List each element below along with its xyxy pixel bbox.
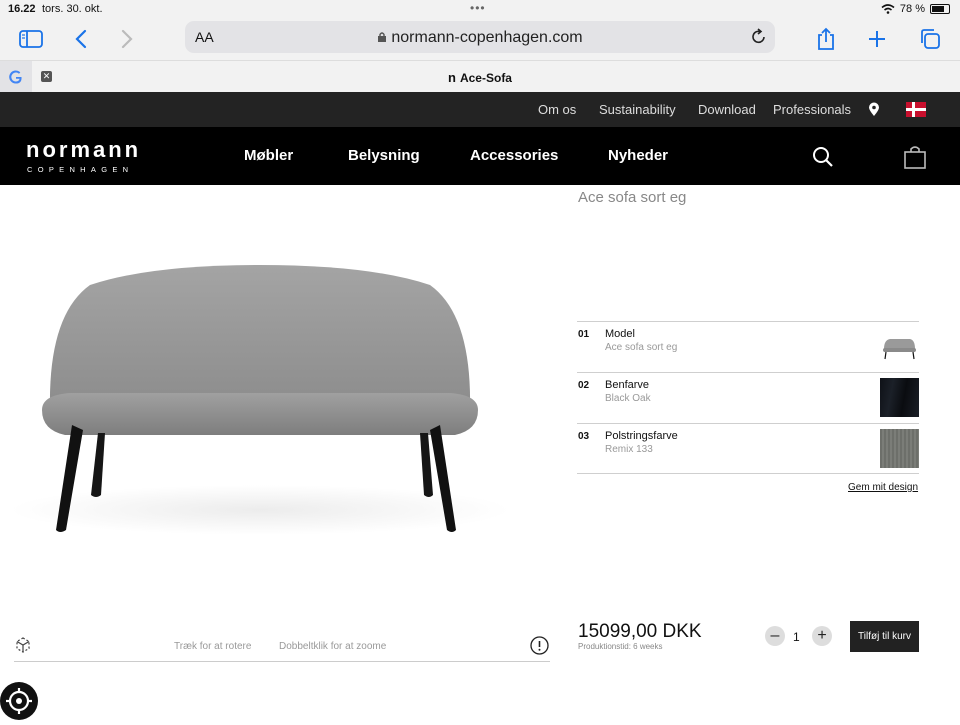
remix-133-swatch: [880, 429, 919, 468]
production-time: Produktionstid: 6 weeks: [578, 642, 663, 651]
config-label: Model: [605, 328, 635, 340]
config-num: 03: [578, 431, 590, 442]
config-num: 02: [578, 380, 590, 391]
config-label: Benfarve: [605, 379, 650, 391]
nav-mobler[interactable]: Møbler: [244, 147, 293, 164]
nav-om-os[interactable]: Om os: [538, 102, 576, 117]
back-icon[interactable]: [68, 26, 94, 52]
config-num: 01: [578, 329, 590, 340]
nav-download[interactable]: Download: [698, 102, 756, 117]
tab-strip: ✕ n Ace-Sofa: [0, 60, 960, 93]
main-nav: normann COPENHAGEN Møbler Belysning Acce…: [0, 127, 960, 185]
status-time: 16.22: [8, 3, 36, 15]
model-thumbnail: [880, 327, 919, 366]
add-to-cart-button[interactable]: Tilføj til kurv: [850, 621, 919, 652]
normann-favicon-icon: n: [448, 70, 456, 85]
brand-logo[interactable]: normann: [26, 137, 141, 163]
share-icon[interactable]: [813, 26, 839, 52]
tabs-overview-icon[interactable]: [917, 26, 943, 52]
reload-icon[interactable]: [751, 27, 767, 50]
config-value: Remix 133: [605, 444, 653, 455]
brand-logo-sub: COPENHAGEN: [27, 165, 134, 174]
battery-percent: 78 %: [899, 3, 925, 15]
3d-rotate-icon[interactable]: [13, 635, 33, 660]
tab-title: Ace-Sofa: [459, 71, 512, 85]
config-value: Ace sofa sort eg: [605, 342, 678, 353]
active-tab[interactable]: n Ace-Sofa: [0, 70, 960, 85]
address-bar[interactable]: AA normann-copenhagen.com: [185, 21, 775, 53]
config-row-leg-color[interactable]: 02 Benfarve Black Oak: [577, 372, 919, 423]
utility-nav: Om os Sustainability Download Profession…: [0, 92, 960, 127]
quantity-increase-button[interactable]: +: [812, 626, 832, 646]
nav-accessories[interactable]: Accessories: [470, 147, 558, 164]
sofa-illustration: [10, 265, 510, 535]
nav-professionals[interactable]: Professionals: [773, 102, 851, 117]
config-label: Polstringsfarve: [605, 430, 678, 442]
product-price: 15099,00 DKK: [578, 621, 702, 642]
config-row-upholstery[interactable]: 03 Polstringsfarve Remix 133: [577, 423, 919, 474]
config-row-model[interactable]: 01 Model Ace sofa sort eg: [577, 321, 919, 372]
quantity-decrease-button[interactable]: –: [765, 626, 785, 646]
url-display[interactable]: normann-copenhagen.com: [185, 29, 775, 47]
hint-zoom: Dobbeltklik for at zoome: [279, 641, 387, 652]
product-image[interactable]: [0, 185, 560, 625]
status-date: tors. 30. okt.: [42, 3, 103, 15]
forward-icon[interactable]: [114, 26, 140, 52]
cookie-settings-icon[interactable]: [0, 682, 38, 725]
lock-icon: [378, 32, 387, 42]
nav-belysning[interactable]: Belysning: [348, 147, 420, 164]
battery-indicator: 78 %: [881, 3, 950, 15]
nav-sustainability[interactable]: Sustainability: [599, 102, 676, 117]
battery-icon: [930, 4, 950, 14]
wifi-icon: [881, 4, 895, 14]
multitask-dots-icon[interactable]: •••: [470, 1, 486, 15]
quantity-value: 1: [793, 630, 800, 644]
hint-rotate: Træk for at rotere: [174, 641, 252, 652]
shopping-bag-icon[interactable]: [904, 145, 926, 174]
browser-toolbar: AA normann-copenhagen.com: [0, 18, 960, 60]
black-oak-swatch: [880, 378, 919, 417]
url-text: normann-copenhagen.com: [391, 29, 583, 46]
nav-nyheder[interactable]: Nyheder: [608, 147, 668, 164]
sidebar-icon[interactable]: [18, 26, 44, 52]
product-title: Ace sofa sort eg: [578, 189, 687, 206]
danish-flag-icon[interactable]: [906, 102, 926, 120]
location-pin-icon[interactable]: [868, 102, 880, 120]
status-bar: 16.22 tors. 30. okt. ••• 78 %: [0, 0, 960, 18]
divider: [14, 661, 550, 662]
new-tab-icon[interactable]: [864, 26, 890, 52]
search-icon[interactable]: [812, 146, 834, 173]
config-value: Black Oak: [605, 393, 651, 404]
info-icon[interactable]: [530, 636, 549, 660]
save-design-link[interactable]: Gem mit design: [848, 482, 918, 493]
